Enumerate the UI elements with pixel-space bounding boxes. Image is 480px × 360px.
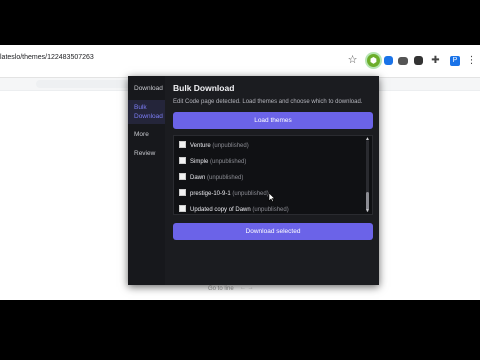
theme-name: prestige-10-9-1 xyxy=(190,191,231,198)
theme-checkbox[interactable] xyxy=(179,157,186,164)
profile-icon[interactable]: P xyxy=(450,56,460,66)
theme-checkbox[interactable] xyxy=(179,173,186,180)
theme-checkbox[interactable] xyxy=(179,141,186,148)
nav-item-label: Download xyxy=(134,113,163,120)
theme-checkbox[interactable] xyxy=(179,189,186,196)
list-item[interactable]: prestige-10-9-1 (unpublished) xyxy=(179,189,269,198)
star-icon[interactable]: ☆ xyxy=(346,54,359,67)
nav-item-bulk-download[interactable]: Bulk Download xyxy=(128,100,165,124)
theme-status: (unpublished) xyxy=(252,207,289,214)
nav-item-download[interactable]: Download xyxy=(128,84,165,93)
extension-icon[interactable] xyxy=(384,56,393,65)
theme-status: (unpublished) xyxy=(207,175,244,182)
theme-status: (unpublished) xyxy=(212,143,249,150)
load-themes-button[interactable]: Load themes xyxy=(173,112,373,129)
extension-active-icon[interactable]: ⬢ xyxy=(367,54,380,67)
theme-list[interactable]: Venture (unpublished) Simple (unpublishe… xyxy=(173,135,373,215)
nav-item-more[interactable]: More xyxy=(128,130,165,139)
list-item[interactable]: Dawn (unpublished) xyxy=(179,173,244,182)
theme-name: Dawn xyxy=(190,175,206,182)
scroll-down-icon[interactable]: ▼ xyxy=(365,208,370,214)
panel-description: Edit Code page detected. Load themes and… xyxy=(173,99,363,105)
theme-status: (unpublished) xyxy=(210,159,247,166)
go-to-line-hint: Go to line xyxy=(208,286,234,292)
list-item[interactable]: Venture (unpublished) xyxy=(179,141,249,150)
side-nav: Download Bulk Download More Review xyxy=(128,76,165,285)
puzzle-icon[interactable]: ✚ xyxy=(429,54,442,67)
nav-item-review[interactable]: Review xyxy=(128,149,165,158)
kebab-menu-icon[interactable]: ⋮ xyxy=(465,54,478,67)
panel-title: Bulk Download xyxy=(173,83,235,93)
theme-name: Simple xyxy=(190,159,209,166)
list-scrollbar[interactable] xyxy=(366,140,369,212)
extension-popup: Download Bulk Download More Review Bulk … xyxy=(128,76,379,285)
theme-name: Updated copy of Dawn xyxy=(190,207,251,214)
mouse-cursor-icon xyxy=(268,193,275,202)
theme-checkbox[interactable] xyxy=(179,205,186,212)
theme-name: Venture xyxy=(190,143,211,150)
list-item[interactable]: Updated copy of Dawn (unpublished) xyxy=(179,205,289,214)
go-to-line-arrows: ← → xyxy=(240,285,254,291)
address-bar-url[interactable]: lateslo/themes/122483507263 xyxy=(0,54,94,61)
theme-status: (unpublished) xyxy=(232,191,269,198)
nav-item-label: Bulk xyxy=(134,104,147,111)
list-item[interactable]: Simple (unpublished) xyxy=(179,157,247,166)
extension-icon[interactable] xyxy=(414,56,423,65)
download-selected-button[interactable]: Download selected xyxy=(173,223,373,240)
browser-toolbar: lateslo/themes/122483507263 ☆ ⬢ ✚ P ⋮ xyxy=(0,45,480,78)
extension-icon[interactable] xyxy=(398,57,408,65)
